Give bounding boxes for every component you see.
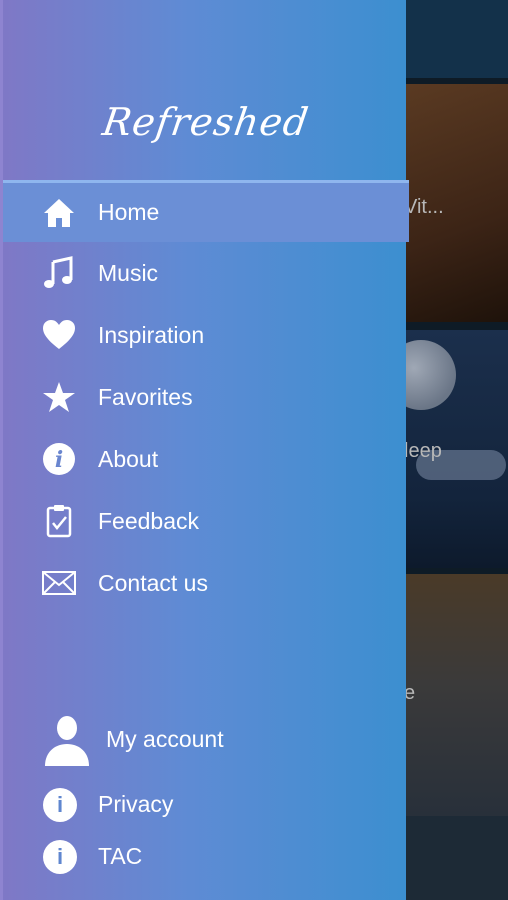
svg-text:i: i [55,447,63,473]
menu-item-label: About [98,445,159,472]
menu-item-label: Contact us [98,569,208,596]
app-logo: Refreshed [99,100,312,144]
menu-item-inspiration[interactable]: Inspiration [3,304,409,366]
menu-item-label: Inspiration [98,321,205,348]
menu-item-favorites[interactable]: Favorites [3,366,409,428]
background-top-bar [406,0,508,78]
music-note-icon [41,255,77,291]
background-content: Vit... leep e [386,0,508,900]
menu-item-label: Home [98,199,160,225]
menu-item-label: Privacy [98,791,174,817]
card-title: Vit... [404,196,444,218]
clipboard-check-icon [41,503,77,539]
person-icon [43,714,91,771]
menu-item-label: Music [98,259,159,286]
menu-item-label: My account [106,726,224,752]
info-icon: i [43,788,77,822]
menu-item-label: TAC [98,843,143,869]
menu-item-music[interactable]: Music [3,242,409,304]
menu-item-tac[interactable]: i TAC [3,832,409,882]
card-title: leep [404,440,442,462]
star-icon [41,379,77,415]
menu-item-feedback[interactable]: Feedback [3,490,409,552]
background-card[interactable]: leep [386,330,508,568]
info-circle-icon: i [41,441,77,477]
menu-item-about[interactable]: i About [3,428,409,490]
background-bottom-bar [406,816,508,900]
background-card[interactable]: Vit... [404,84,508,322]
home-icon [41,195,77,231]
menu-item-privacy[interactable]: i Privacy [3,780,409,830]
heart-icon [41,317,77,353]
background-card[interactable]: e [404,574,508,816]
menu-item-contact-us[interactable]: Contact us [3,552,409,614]
envelope-icon [41,565,77,601]
menu-item-home[interactable]: Home [3,180,409,242]
info-icon: i [43,840,77,874]
menu-item-label: Feedback [98,507,200,534]
menu-item-my-account[interactable]: My account [3,712,409,774]
menu-item-label: Favorites [98,383,193,410]
navigation-drawer: Refreshed Home Music Inspiration Favorit… [0,0,409,900]
